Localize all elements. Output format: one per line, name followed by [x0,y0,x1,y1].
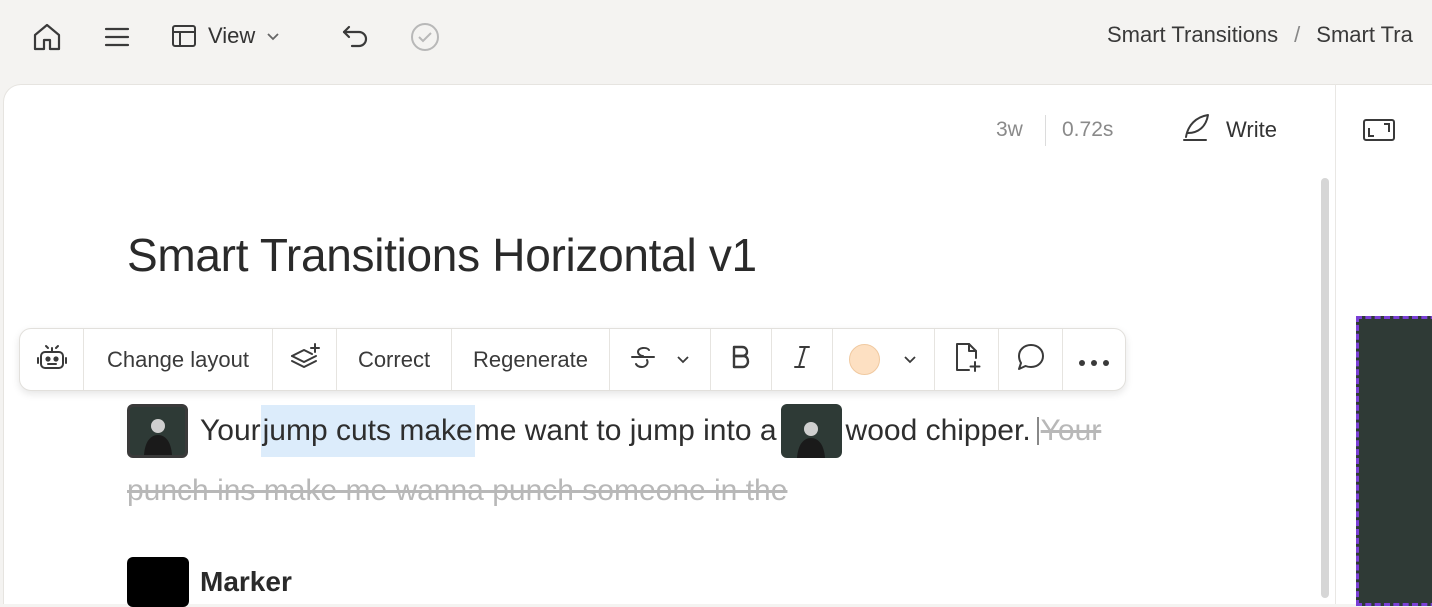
highlighted-text[interactable]: jump cuts make [260,405,475,457]
clip-thumbnail-selected[interactable] [127,404,188,458]
clip-thumbnail[interactable] [780,404,842,458]
more-options-button[interactable] [1063,329,1125,390]
marker-label: Marker [200,566,292,597]
stats-divider [1045,115,1046,146]
robot-icon [35,340,69,380]
script-text-end: wood chipper. [845,414,1031,447]
write-label: Write [1226,117,1277,142]
change-layout-button[interactable]: Change layout [84,329,273,390]
comment-icon [1016,342,1046,378]
video-preview[interactable] [1356,316,1432,606]
comment-button[interactable] [999,329,1063,390]
add-page-button[interactable] [935,329,999,390]
text-cursor [1036,417,1039,445]
editor-scrollbar[interactable] [1321,178,1329,598]
chevron-down-icon[interactable] [902,347,918,373]
regenerate-label: Regenerate [473,346,588,372]
write-button[interactable]: Write [1180,112,1277,148]
correct-label: Correct [357,346,431,372]
breadcrumb-separator: / [1294,22,1301,47]
deleted-text: Your [1040,414,1102,447]
floating-toolbar: Change layout Correct Regenerate [19,328,1126,391]
breadcrumb: Smart Transitions / Smart Tra [1107,22,1413,48]
quill-icon [1180,111,1212,149]
bold-button[interactable] [711,329,772,390]
strikethrough-icon [629,343,657,377]
duration: 0.72s [1062,118,1114,141]
layers-plus-icon [288,340,322,380]
script-text-before: Your [200,414,261,447]
view-menu-button[interactable]: View [170,18,281,54]
undo-icon[interactable] [338,20,372,54]
expand-icon[interactable] [1362,116,1396,149]
marker-thumbnail[interactable] [127,557,189,607]
highlight-color-button[interactable] [833,329,935,390]
chevron-down-icon [265,28,281,44]
italic-icon [791,344,813,376]
script-line[interactable]: Your jump cuts make me want to jump into… [127,400,1101,462]
breadcrumb-document[interactable]: Smart Tra [1316,22,1413,48]
deleted-text-line: punch ins make me wanna punch someone in… [127,474,788,507]
add-layer-button[interactable] [273,329,337,390]
correct-button[interactable]: Correct [337,329,452,390]
view-label: View [208,23,256,48]
word-count: 3w [996,118,1023,141]
menu-icon[interactable] [102,20,132,54]
script-text-after: me want to jump into a [474,414,777,447]
home-icon[interactable] [30,20,64,54]
document-title[interactable]: Smart Transitions Horizontal v1 [127,228,757,282]
color-swatch [849,344,880,375]
regenerate-button[interactable]: Regenerate [452,329,610,390]
italic-button[interactable] [772,329,833,390]
change-layout-label: Change layout [107,346,249,372]
top-bar: View Smart Transitions / Smart Tra [0,0,1432,84]
bold-icon [730,344,752,376]
chevron-down-icon[interactable] [675,347,691,373]
breadcrumb-project[interactable]: Smart Transitions [1107,22,1278,48]
check-circle-icon[interactable] [408,20,442,54]
strikethrough-button[interactable] [610,329,711,390]
layout-icon [170,22,198,50]
ai-robot-button[interactable] [20,329,84,390]
more-horizontal-icon [1078,347,1110,373]
file-plus-icon [952,341,982,379]
